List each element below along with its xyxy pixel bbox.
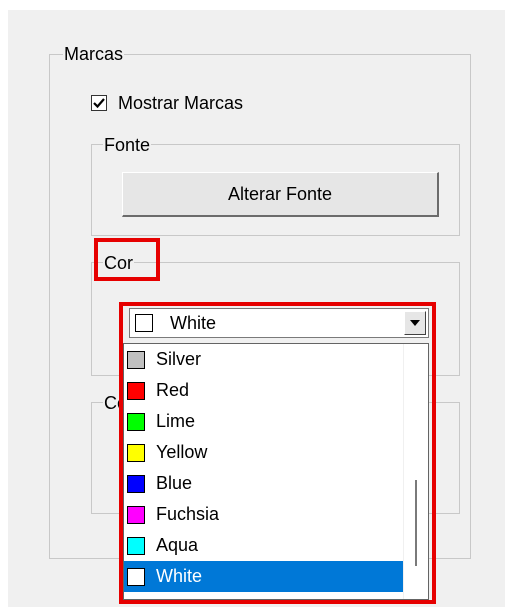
fonte-legend: Fonte xyxy=(103,135,152,155)
marcas-legend: Marcas xyxy=(63,44,125,64)
show-marks-label: Mostrar Marcas xyxy=(118,92,244,113)
show-marks-checkbox-row[interactable]: Mostrar Marcas xyxy=(91,92,243,114)
color-dropdown-highlight xyxy=(119,302,436,604)
show-marks-checkbox[interactable] xyxy=(91,95,107,111)
cor-legend-highlight xyxy=(94,238,160,281)
alterar-fonte-button[interactable]: Alterar Fonte xyxy=(122,172,439,217)
checkmark-icon xyxy=(93,98,105,109)
alterar-fonte-label: Alterar Fonte xyxy=(227,183,333,204)
